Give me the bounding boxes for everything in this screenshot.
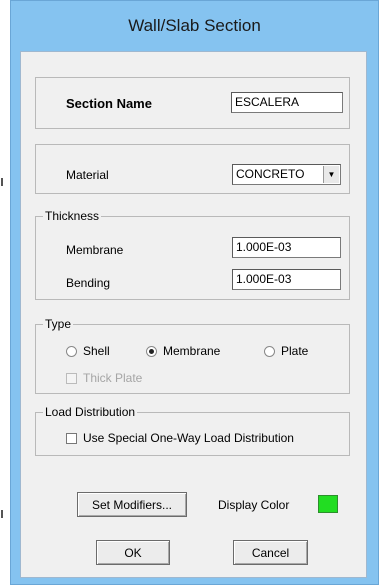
type-group-label: Type	[43, 317, 74, 331]
section-name-label: Section Name	[66, 96, 152, 111]
one-way-load-checkbox[interactable]	[66, 432, 77, 444]
one-way-load-label: Use Special One-Way Load Distribution	[83, 431, 294, 445]
background-strip	[0, 0, 10, 588]
wall-slab-section-dialog: Wall/Slab Section Section Name ESCALERA …	[10, 0, 379, 585]
title-bar[interactable]: Wall/Slab Section	[11, 1, 378, 51]
material-selected-value: CONCRETO	[236, 167, 305, 181]
display-color-swatch[interactable]	[318, 495, 338, 513]
dialog-body: Section Name ESCALERA Material CONCRETO …	[20, 51, 367, 578]
thick-plate-option: Thick Plate	[66, 371, 142, 385]
radio-shell[interactable]	[66, 345, 77, 357]
thick-plate-checkbox	[66, 372, 77, 384]
thick-plate-label: Thick Plate	[83, 371, 143, 385]
type-group: Type Shell Membrane Plate Thick Plate	[35, 317, 350, 394]
plate-option-label: Plate	[281, 344, 309, 358]
thickness-group-label: Thickness	[43, 209, 102, 223]
one-way-load-option[interactable]: Use Special One-Way Load Distribution	[66, 431, 294, 445]
bending-thickness-input[interactable]: 1.000E-03	[232, 269, 341, 290]
thickness-group: Thickness Membrane 1.000E-03 Bending 1.0…	[35, 209, 350, 300]
section-name-group: Section Name ESCALERA	[35, 77, 350, 129]
cancel-button[interactable]: Cancel	[233, 540, 308, 565]
type-membrane-option[interactable]: Membrane	[146, 344, 220, 358]
material-label: Material	[66, 168, 109, 182]
membrane-label: Membrane	[66, 243, 124, 257]
background-mark	[1, 510, 3, 518]
radio-membrane[interactable]	[146, 345, 157, 357]
type-shell-option[interactable]: Shell	[66, 344, 110, 358]
bending-label: Bending	[66, 276, 111, 290]
dialog-title: Wall/Slab Section	[128, 16, 261, 35]
set-modifiers-button[interactable]: Set Modifiers...	[77, 492, 187, 517]
type-plate-option[interactable]: Plate	[264, 344, 308, 358]
membrane-thickness-input[interactable]: 1.000E-03	[232, 237, 341, 258]
load-distribution-group: Load Distribution Use Special One-Way Lo…	[35, 405, 350, 456]
radio-plate[interactable]	[264, 345, 275, 357]
material-select[interactable]: CONCRETO ▼	[232, 164, 341, 185]
chevron-down-icon[interactable]: ▼	[323, 166, 339, 183]
membrane-option-label: Membrane	[163, 344, 221, 358]
background-mark	[1, 178, 3, 186]
shell-option-label: Shell	[83, 344, 110, 358]
ok-button[interactable]: OK	[96, 540, 170, 565]
section-name-input[interactable]: ESCALERA	[231, 92, 343, 113]
material-group: Material CONCRETO ▼	[35, 144, 350, 194]
load-distribution-group-label: Load Distribution	[43, 405, 138, 419]
display-color-label: Display Color	[218, 498, 290, 512]
